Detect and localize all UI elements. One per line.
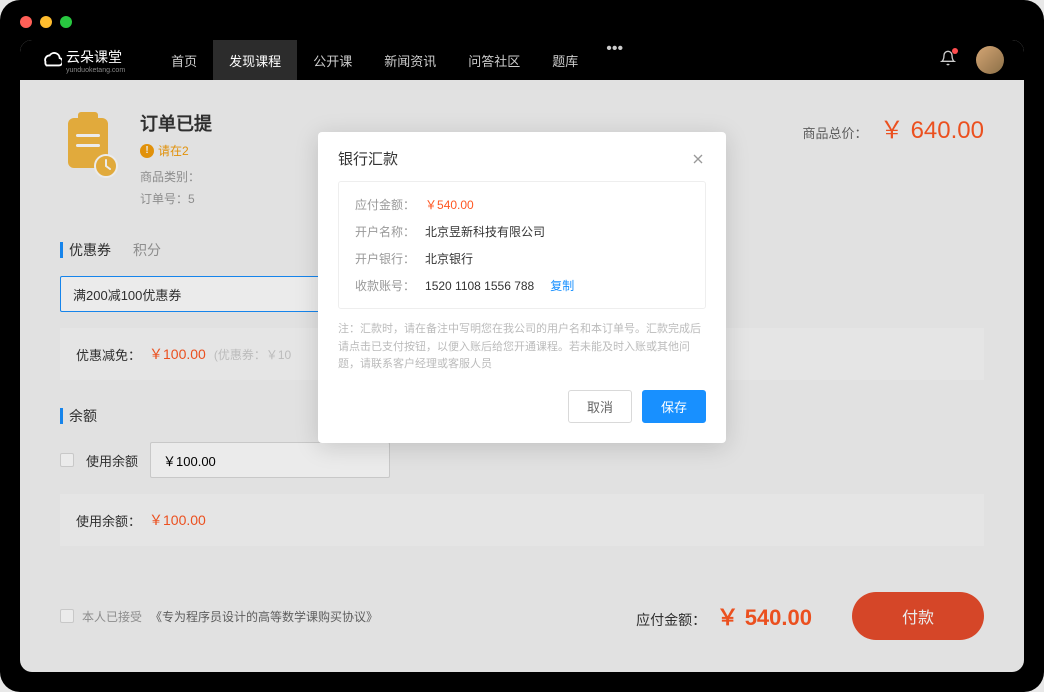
modal-account-no-value: 1520 1108 1556 788 (425, 279, 534, 293)
nav-discover[interactable]: 发现课程 (213, 40, 297, 80)
modal-amount-label: 应付金额： (355, 196, 415, 213)
nav-news[interactable]: 新闻资讯 (368, 40, 452, 80)
nav-home[interactable]: 首页 (155, 40, 213, 80)
bank-transfer-modal: 银行汇款 应付金额： ￥540.00 开户名称： 北京昱新科技有限公司 (318, 132, 726, 443)
notification-dot-icon (952, 48, 958, 54)
modal-account-no-label: 收款账号： (355, 277, 415, 294)
nav-items: 首页 发现课程 公开课 新闻资讯 问答社区 题库 ••• (155, 40, 635, 80)
notification-bell[interactable] (940, 50, 956, 71)
modal-title: 银行汇款 (338, 148, 398, 169)
save-button[interactable]: 保存 (642, 390, 706, 423)
logo-subtext: yunduoketang.com (66, 67, 125, 74)
modal-bank-value: 北京银行 (425, 250, 473, 267)
top-nav: 云朵课堂 yunduoketang.com 首页 发现课程 公开课 新闻资讯 问… (20, 40, 1024, 80)
nav-more-icon[interactable]: ••• (594, 40, 635, 80)
logo-text: 云朵课堂 (66, 47, 125, 67)
modal-bank-label: 开户银行： (355, 250, 415, 267)
close-icon[interactable] (690, 151, 706, 167)
copy-button[interactable]: 复制 (550, 277, 574, 294)
close-window-icon[interactable] (20, 16, 32, 28)
minimize-window-icon[interactable] (40, 16, 52, 28)
traffic-lights (20, 16, 72, 28)
logo[interactable]: 云朵课堂 yunduoketang.com (40, 47, 125, 74)
modal-note: 注：汇款时，请在备注中写明您在我公司的用户名和本订单号。汇款完成后请点击已支付按… (338, 321, 706, 374)
modal-amount-value: ￥540.00 (425, 196, 474, 213)
modal-overlay[interactable]: 银行汇款 应付金额： ￥540.00 开户名称： 北京昱新科技有限公司 (20, 80, 1024, 672)
modal-account-name-value: 北京昱新科技有限公司 (425, 223, 545, 240)
cloud-logo-icon (40, 49, 62, 71)
nav-bank[interactable]: 题库 (536, 40, 594, 80)
nav-qa[interactable]: 问答社区 (452, 40, 536, 80)
modal-account-name-label: 开户名称： (355, 223, 415, 240)
maximize-window-icon[interactable] (60, 16, 72, 28)
user-avatar[interactable] (976, 46, 1004, 74)
cancel-button[interactable]: 取消 (568, 390, 632, 423)
nav-public-class[interactable]: 公开课 (297, 40, 368, 80)
bank-info-box: 应付金额： ￥540.00 开户名称： 北京昱新科技有限公司 开户银行： 北京银… (338, 181, 706, 309)
